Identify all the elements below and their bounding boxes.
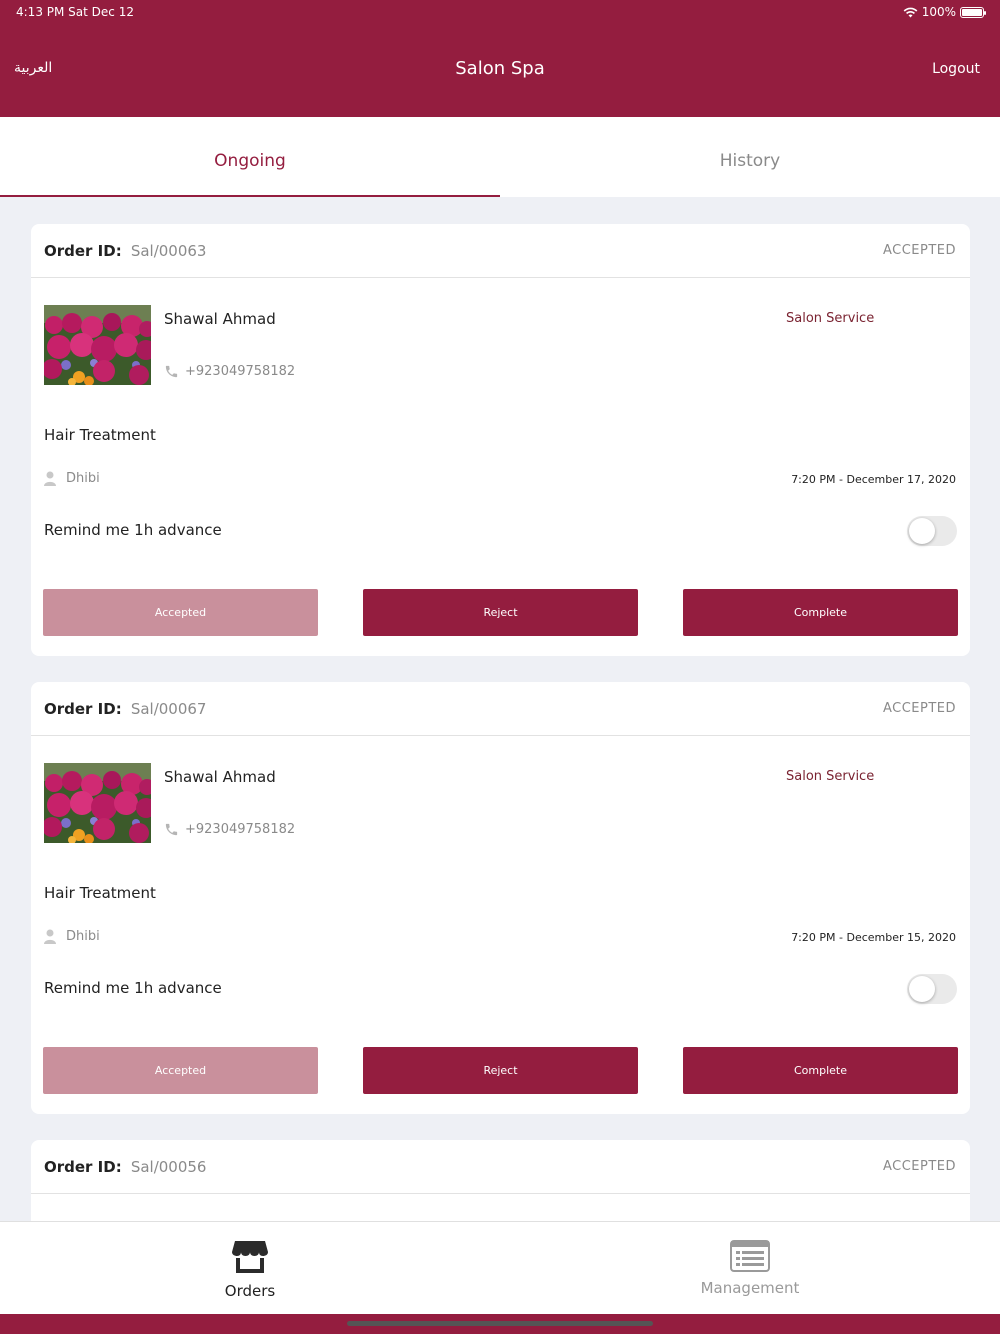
order-status: ACCEPTED [882,243,956,258]
customer-name: Shawal Ahmad [164,310,276,328]
status-indicators: 100% [903,5,986,19]
reject-button[interactable]: Reject [363,589,638,636]
battery-icon [960,6,986,18]
order-id-value: Sal/00056 [130,1158,207,1176]
battery-percent: 100% [921,5,956,19]
staff-name: Dhibi [66,929,100,944]
appointment-datetime: 7:20 PM - December 17, 2020 [791,473,956,486]
app-header: 4:13 PM Sat Dec 12 100% العربية Salon Sp… [0,0,1000,117]
service-name: Hair Treatment [44,426,156,444]
order-card-header: Order ID: Sal/00056 ACCEPTED [31,1140,970,1194]
user-icon [44,929,56,944]
phone-row[interactable]: +923049758182 [164,364,295,379]
remind-label: Remind me 1h advance [44,979,222,997]
order-id-value: Sal/00063 [130,242,207,260]
service-name: Hair Treatment [44,884,156,902]
remind-label: Remind me 1h advance [44,521,222,539]
list-icon [730,1240,770,1272]
staff-row: Dhibi [44,929,100,944]
appointment-datetime: 7:20 PM - December 15, 2020 [791,931,956,944]
logout-button[interactable]: Logout [932,61,980,77]
status-time: 4:13 PM Sat Dec 12 [16,5,134,19]
remind-toggle[interactable] [907,974,957,1004]
phone-number: +923049758182 [185,364,296,379]
home-indicator[interactable] [347,1321,653,1326]
page-title: Salon Spa [455,58,545,79]
user-icon [44,471,56,486]
service-type: Salon Service [786,311,875,326]
bottom-nav: Orders Management [0,1221,1000,1314]
order-card-header: Order ID: Sal/00063 ACCEPTED [31,224,970,278]
wifi-icon [903,7,918,17]
nav-orders[interactable]: Orders [0,1222,500,1314]
order-id-label: Order ID: [44,1158,122,1176]
order-id-value: Sal/00067 [130,700,207,718]
phone-icon [165,823,178,836]
phone-number: +923049758182 [185,822,296,837]
service-type: Salon Service [786,769,875,784]
store-icon [232,1241,268,1273]
reject-button[interactable]: Reject [363,1047,638,1094]
customer-photo [44,305,151,385]
complete-button[interactable]: Complete [683,589,958,636]
order-card-body: Shawal Ahmad Salon Service +923049758182… [31,736,970,1114]
order-card: Order ID: Sal/00063 ACCEPTED Shawal Ahma… [31,224,970,656]
order-tabs: Ongoing History [0,117,1000,197]
customer-photo [44,763,151,843]
complete-button[interactable]: Complete [683,1047,958,1094]
accepted-button[interactable]: Accepted [43,1047,318,1094]
nav-orders-label: Orders [224,1282,276,1300]
staff-row: Dhibi [44,471,100,486]
staff-name: Dhibi [66,471,100,486]
order-status: ACCEPTED [882,1159,956,1174]
order-id-label: Order ID: [44,242,122,260]
tab-history[interactable]: History [500,117,1000,197]
phone-row[interactable]: +923049758182 [164,822,295,837]
order-card-header: Order ID: Sal/00067 ACCEPTED [31,682,970,736]
nav-management-label: Management [700,1279,800,1297]
accepted-button[interactable]: Accepted [43,589,318,636]
phone-icon [165,365,178,378]
order-status: ACCEPTED [882,701,956,716]
home-bar-area [0,1314,1000,1334]
nav-management[interactable]: Management [500,1222,1000,1314]
customer-name: Shawal Ahmad [164,768,276,786]
order-id-label: Order ID: [44,700,122,718]
order-card: Order ID: Sal/00067 ACCEPTED Shawal Ahma… [31,682,970,1114]
tab-ongoing[interactable]: Ongoing [0,117,500,197]
order-card-body: Shawal Ahmad Salon Service +923049758182… [31,278,970,656]
remind-toggle[interactable] [907,516,957,546]
